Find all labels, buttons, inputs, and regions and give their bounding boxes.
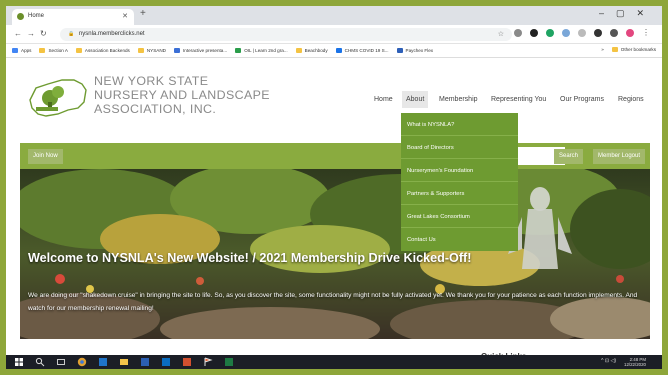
chrome-icon[interactable] (77, 357, 87, 367)
bookmarks-bar: Apps Section A Association Backends NYSA… (6, 44, 662, 58)
extension-icon[interactable] (594, 29, 602, 37)
extension-icon[interactable] (530, 29, 538, 37)
clock-date: 12/22/2020 (624, 362, 646, 367)
extension-icon[interactable] (578, 29, 586, 37)
system-tray-icons[interactable]: ^ ⊡ ◁) (601, 358, 616, 364)
nav-our-programs[interactable]: Our Programs (560, 96, 604, 103)
logo-line-2: NURSERY AND LANDSCAPE (94, 88, 270, 102)
powerpoint-icon[interactable] (182, 357, 192, 367)
bookmark-item[interactable]: Interactive presenta... (174, 48, 227, 53)
menu-item-partners-supporters[interactable]: Partners & Supporters (401, 182, 518, 205)
hero-headline: Welcome to NYSNLA's New Website! / 2021 … (28, 251, 472, 265)
logo-line-1: NEW YORK STATE (94, 74, 209, 88)
extension-icon[interactable] (610, 29, 618, 37)
bookmark-item[interactable]: Association Backends (75, 48, 130, 53)
menu-icon[interactable]: ⋮ (642, 29, 650, 37)
new-tab-icon[interactable]: + (140, 8, 146, 19)
logo-line-3: ASSOCIATION, INC. (94, 102, 217, 116)
extension-icon[interactable] (546, 29, 554, 37)
other-bookmarks[interactable]: Other bookmarks (611, 47, 656, 52)
nav-representing-you[interactable]: Representing You (491, 96, 546, 103)
menu-item-nurserymens-foundation[interactable]: Nurserymen's Foundation (401, 159, 518, 182)
outlook-icon[interactable] (98, 357, 108, 367)
window-controls[interactable]: –▢✕ (599, 8, 656, 19)
url-text: nysnla.memberclicks.net (78, 31, 145, 37)
screenshot: Home ✕ + –▢✕ ←→↻ 🔒 nysnla.memberclicks.n… (6, 6, 662, 369)
hero-banner: Welcome to NYSNLA's New Website! / 2021 … (20, 169, 650, 339)
bookmark-item[interactable]: NYSAND (137, 48, 166, 53)
outlook-calendar-icon[interactable] (161, 357, 171, 367)
windows-taskbar: ^ ⊡ ◁) 2:48 PM 12/22/2020 (6, 355, 662, 369)
file-explorer-icon[interactable] (119, 357, 129, 367)
about-dropdown-menu: What is NYSNLA? Board of Directors Nurse… (401, 113, 518, 251)
excel-icon[interactable] (224, 357, 234, 367)
hero-body-text: We are doing our "shakedown cruise" in b… (28, 292, 638, 312)
site-favicon-icon (17, 13, 24, 20)
taskbar-icons (14, 357, 234, 367)
browser-tab[interactable]: Home ✕ (12, 9, 134, 25)
bookmark-item[interactable]: Paychex Flex (396, 48, 433, 53)
extension-icon[interactable] (514, 29, 522, 37)
clock[interactable]: 2:48 PM 12/22/2020 (624, 357, 646, 367)
bookmark-item[interactable]: OIL | Learn 2nd gra... (235, 48, 288, 53)
overflow-icon[interactable]: » (601, 47, 604, 52)
bookmark-item[interactable]: Beachbody (295, 48, 328, 53)
menu-item-contact-us[interactable]: Contact Us (401, 228, 518, 251)
nav-buttons[interactable]: ←→↻ (14, 29, 52, 38)
windows-start-icon[interactable] (14, 357, 24, 367)
bookmark-item[interactable]: Apps (12, 48, 31, 53)
tab-title: Home (28, 13, 45, 19)
address-bar-row: ←→↻ 🔒 nysnla.memberclicks.net ☆ ⋮ (6, 25, 662, 44)
nav-membership[interactable]: Membership (439, 96, 478, 103)
menu-item-great-lakes-consortium[interactable]: Great Lakes Consortium (401, 205, 518, 228)
browser-titlebar: Home ✕ + –▢✕ (6, 6, 662, 25)
star-icon[interactable]: ☆ (498, 30, 504, 38)
extension-icon[interactable] (562, 29, 570, 37)
search-icon[interactable] (35, 357, 45, 367)
word-icon[interactable] (140, 357, 150, 367)
join-now-button[interactable]: Join Now (28, 149, 63, 164)
nav-regions[interactable]: Regions (618, 96, 644, 103)
nav-home[interactable]: Home (374, 96, 393, 103)
menu-item-board-of-directors[interactable]: Board of Directors (401, 136, 518, 159)
member-logout-button[interactable]: Member Logout (593, 149, 646, 164)
task-view-icon[interactable] (56, 357, 66, 367)
utility-bar: Join Now Search Member Logout (20, 143, 650, 169)
bookmark-item[interactable]: Section A (39, 48, 68, 53)
lock-icon: 🔒 (68, 31, 75, 37)
url-input[interactable]: 🔒 nysnla.memberclicks.net ☆ (60, 28, 512, 41)
profile-avatar[interactable] (626, 29, 634, 37)
extension-icons: ⋮ (514, 29, 650, 37)
menu-item-what-is-nysnla[interactable]: What is NYSNLA? (401, 113, 518, 136)
nav-about[interactable]: About (402, 91, 429, 108)
search-button[interactable]: Search (554, 149, 584, 164)
close-tab-icon[interactable]: ✕ (122, 12, 128, 20)
bookmark-item[interactable]: CHMS COVID 19 S... (335, 48, 389, 53)
site-logo-text: NEW YORK STATE NURSERY AND LANDSCAPE ASS… (94, 74, 270, 116)
flag-icon[interactable] (203, 357, 213, 367)
nysnla-logo[interactable] (28, 74, 88, 118)
